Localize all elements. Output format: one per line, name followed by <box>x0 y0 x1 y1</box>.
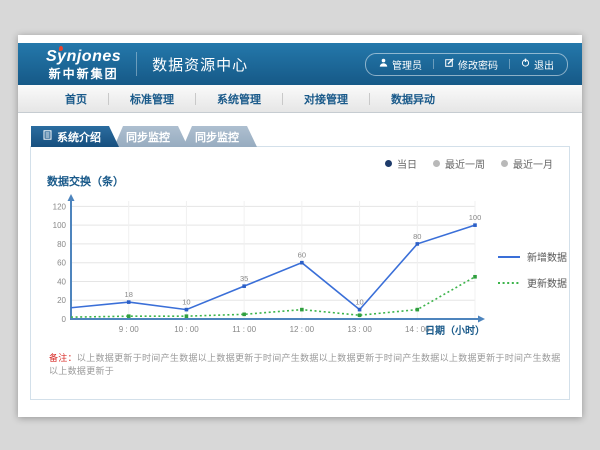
filter-option-last-month[interactable]: 最近一月 <box>501 156 553 171</box>
svg-text:80: 80 <box>57 240 66 249</box>
chart-area: 0 20 40 60 80 100 120 9 : 00 10 : 00 11 : 00 12 : … <box>31 189 569 339</box>
footnote: 备注：以上数据更新于时间产生数据以上数据更新于时间产生数据以上数据更新于时间产生… <box>49 351 569 377</box>
svg-text:80: 80 <box>413 232 421 241</box>
brand-logo: Synjones 新中新集团 <box>46 49 121 80</box>
main-content: 系统介绍 同步监控 同步监控 当日 最近一周 <box>18 113 582 400</box>
solid-line-icon <box>497 254 521 260</box>
chart-legend: 新增数据 更新数据 <box>497 249 567 339</box>
svg-text:9 : 00: 9 : 00 <box>119 325 140 334</box>
tab-bar: 系统介绍 同步监控 同步监控 <box>31 126 570 147</box>
user-name-button[interactable]: 管理员 <box>379 57 422 72</box>
header-divider <box>136 52 137 76</box>
footnote-label: 备注： <box>49 353 77 363</box>
footnote-text: 以上数据更新于时间产生数据以上数据更新于时间产生数据以上数据更新于时间产生数据以… <box>49 353 561 376</box>
desktop-background: Synjones 新中新集团 数据资源中心 管理员 <box>0 0 600 450</box>
legend-item-updated-data[interactable]: 更新数据 <box>497 275 567 290</box>
svg-text:18: 18 <box>125 290 133 299</box>
svg-text:120: 120 <box>53 202 67 211</box>
brand-logo-text: Synjones <box>46 49 121 65</box>
period-filter: 当日 最近一周 最近一月 <box>385 156 553 171</box>
svg-text:13 : 00: 13 : 00 <box>347 325 372 334</box>
logout-button[interactable]: 退出 <box>521 57 554 72</box>
edit-icon <box>445 58 454 70</box>
svg-text:20: 20 <box>57 296 66 305</box>
chart-panel: 当日 最近一周 最近一月 数据交换（条） 0 20 40 60 80 100 120 9 : … <box>30 146 570 400</box>
svg-text:40: 40 <box>57 277 66 286</box>
svg-text:100: 100 <box>469 213 482 222</box>
chart-y-axis-title: 数据交换（条） <box>47 173 569 189</box>
divider <box>433 59 434 69</box>
nav-item-standard-mgmt[interactable]: 标准管理 <box>109 91 195 107</box>
tab-sync-monitor-2[interactable]: 同步监控 <box>183 126 257 147</box>
svg-text:11 : 00: 11 : 00 <box>232 325 256 334</box>
svg-text:100: 100 <box>53 221 67 230</box>
nav-item-home[interactable]: 首页 <box>44 91 108 107</box>
nav-item-interface-mgmt[interactable]: 对接管理 <box>283 91 369 107</box>
svg-text:10: 10 <box>182 298 190 307</box>
radio-icon <box>501 160 508 167</box>
brand-logo-subtext: 新中新集团 <box>46 68 121 80</box>
dotted-line-icon <box>497 280 521 286</box>
page-title: 数据资源中心 <box>152 54 248 75</box>
radio-selected-icon <box>385 160 392 167</box>
person-icon <box>379 58 388 70</box>
radio-icon <box>433 160 440 167</box>
svg-text:10 : 00: 10 : 00 <box>174 325 199 334</box>
legend-item-new-data[interactable]: 新增数据 <box>497 249 567 264</box>
svg-text:35: 35 <box>240 274 248 283</box>
filter-option-last-week[interactable]: 最近一周 <box>433 156 485 171</box>
document-icon <box>43 130 52 143</box>
app-header: Synjones 新中新集团 数据资源中心 管理员 <box>18 43 582 85</box>
line-chart: 0 20 40 60 80 100 120 9 : 00 10 : 00 11 : 00 12 : … <box>37 189 489 339</box>
filter-option-today[interactable]: 当日 <box>385 156 417 171</box>
svg-text:0: 0 <box>62 315 67 324</box>
change-password-button[interactable]: 修改密码 <box>445 57 498 72</box>
svg-text:日期（小时）: 日期（小时） <box>425 324 485 337</box>
svg-text:12 : 00: 12 : 00 <box>290 325 315 334</box>
page-top-strip <box>18 35 582 43</box>
power-icon <box>521 58 530 70</box>
svg-text:60: 60 <box>298 251 306 260</box>
svg-text:10: 10 <box>355 298 363 307</box>
app-window: Synjones 新中新集团 数据资源中心 管理员 <box>18 35 582 417</box>
user-menu: 管理员 修改密码 退出 <box>365 53 568 76</box>
nav-item-data-change[interactable]: 数据异动 <box>370 91 456 107</box>
tab-sync-monitor-1[interactable]: 同步监控 <box>114 126 188 147</box>
tab-system-intro[interactable]: 系统介绍 <box>31 126 119 147</box>
brand-accent-dot-icon <box>59 46 63 51</box>
svg-text:60: 60 <box>57 259 66 268</box>
divider <box>509 59 510 69</box>
nav-item-system-mgmt[interactable]: 系统管理 <box>196 91 282 107</box>
main-nav: 首页 标准管理 系统管理 对接管理 数据异动 <box>18 85 582 113</box>
